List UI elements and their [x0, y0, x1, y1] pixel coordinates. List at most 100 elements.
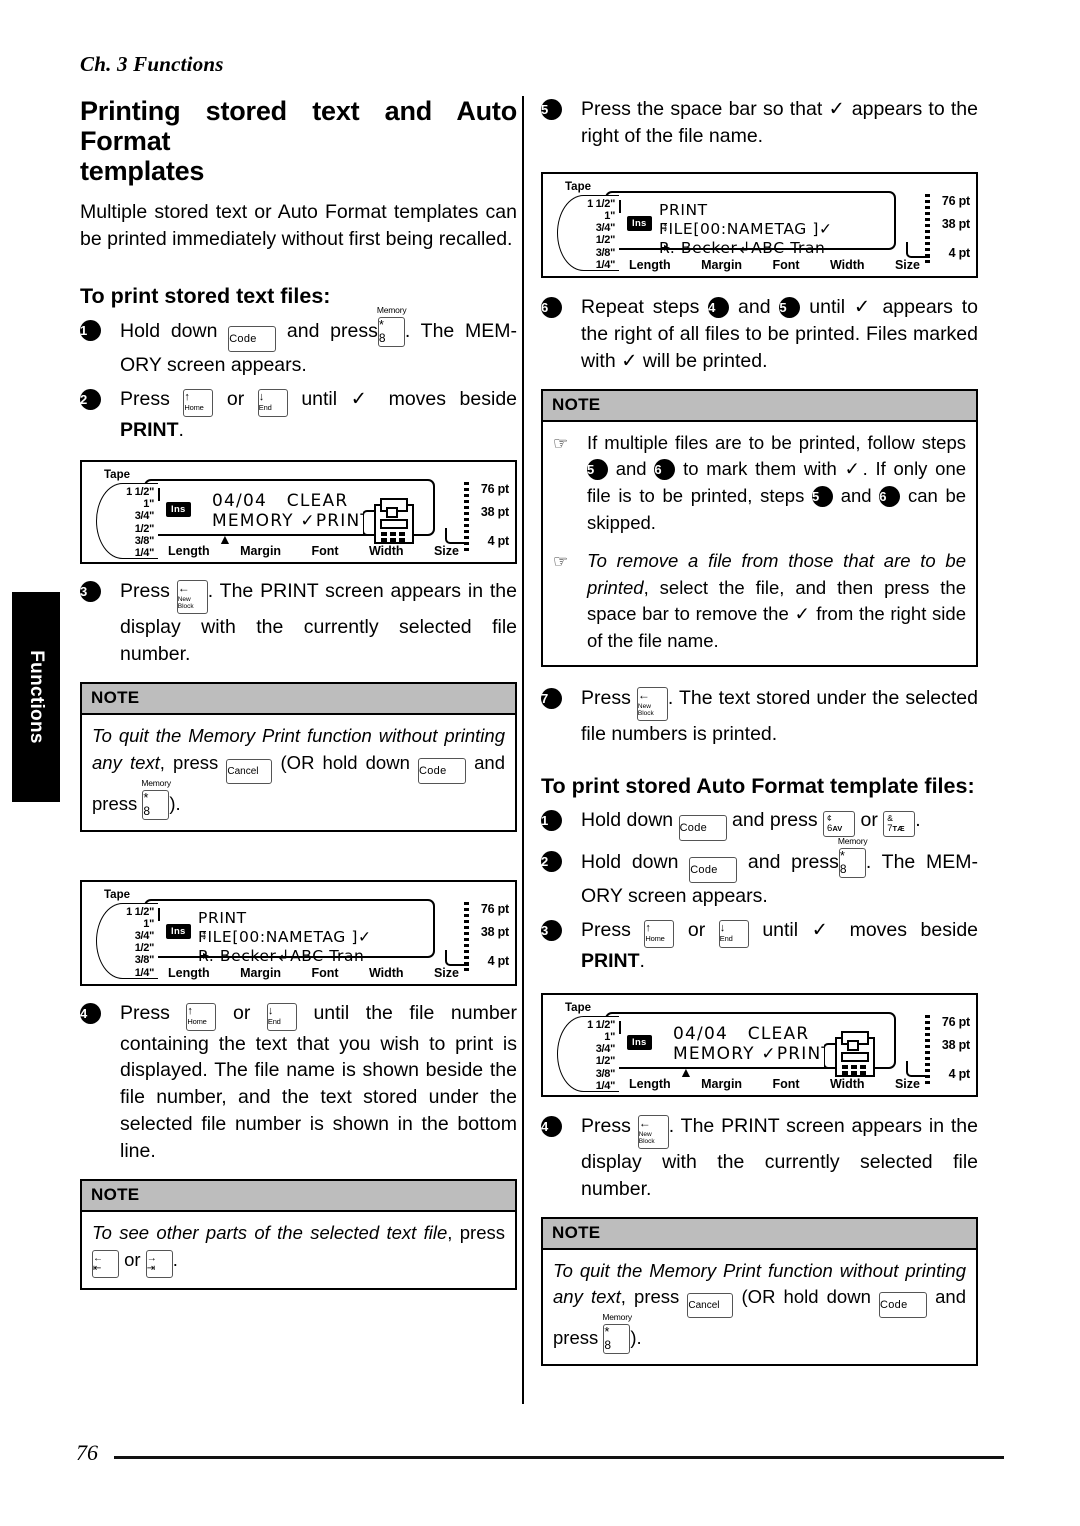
step-reference: 5: [812, 486, 834, 508]
memory-key[interactable]: Memory * 8: [141, 779, 171, 820]
pt-label: 76 pt: [941, 1014, 970, 1029]
home-key[interactable]: ↑ Home: [644, 919, 675, 948]
home-key[interactable]: ↑ Home: [183, 388, 214, 417]
tape-tick: 3/4": [134, 929, 155, 942]
lcd-label-width: Width: [368, 965, 404, 980]
step-text: Hold down: [120, 320, 218, 343]
note-text: , press: [620, 1286, 680, 1308]
pt-label: 4 pt: [948, 245, 971, 260]
note-text: .: [172, 1248, 178, 1270]
new-block-key[interactable]: ← New Block: [176, 579, 208, 614]
lcd-text: PRINT FILE[00:NAMETAG ]✓ R. Becker↲ABC Tra…: [659, 200, 833, 257]
note-header: NOTE: [82, 1181, 515, 1213]
manual-page: Ch. 3 Functions Functions Printing store…: [0, 0, 1080, 1526]
ins-indicator: Ins: [627, 215, 652, 231]
size-pointer-line: [445, 527, 469, 544]
tape-tick: 3/8": [595, 246, 616, 259]
lcd-label-size: Size: [433, 965, 459, 980]
tape-tick: 3/8": [595, 1067, 616, 1080]
tape-label: Tape: [104, 888, 130, 901]
size-pointer-line: [906, 241, 930, 258]
lcd-figure-memory: Tape 1 1/2" 1" 3/4" 1/2" 3/8" 1/4" Ins 0…: [541, 992, 978, 1097]
end-key[interactable]: ↓ End: [718, 919, 749, 948]
home-key[interactable]: ↑ Home: [186, 1002, 217, 1031]
tape-tick: 1/4": [134, 966, 155, 979]
lcd-screen: Ins ↕ ▸ PRINT FILE[00:NAMETAG ]✓ R. Becker…: [144, 898, 435, 965]
step-text: Press: [581, 687, 631, 710]
note-text: , select the file, and then press the sp…: [587, 576, 966, 652]
memory-key[interactable]: Memory * 8: [838, 837, 868, 878]
note-header: NOTE: [543, 1218, 976, 1250]
cursor-left-key[interactable]: ← ⇤: [92, 1249, 119, 1278]
code-key[interactable]: Code: [678, 814, 727, 841]
new-block-key[interactable]: ← New Block: [636, 687, 668, 722]
step-item: 6 Repeat steps 4 and 5 until ✓ appears t…: [541, 294, 978, 375]
print-emphasis: PRINT: [120, 418, 179, 441]
new-block-key[interactable]: ← New Block: [637, 1114, 669, 1149]
subheading-auto-format: To print stored Auto Format template fil…: [541, 773, 975, 798]
note-text: , press: [159, 751, 219, 773]
tape-tick: 1/4": [595, 258, 616, 271]
code-key[interactable]: Code: [418, 757, 466, 784]
step-text: or: [687, 918, 706, 941]
memory-key[interactable]: Memory * 8: [602, 1313, 632, 1355]
step-text: Press the space bar so that ✓ appears to…: [581, 98, 978, 147]
column-divider: [522, 96, 524, 1404]
step-item: 3 Press ↑ Home or ↓ End until ✓ moves besi…: [541, 917, 978, 975]
step-text: Hold down: [581, 808, 674, 831]
code-key[interactable]: Code: [689, 856, 738, 883]
key-7-tz[interactable]: & 7TÆ: [883, 810, 916, 837]
lcd-text: PRINT FILE[00:NAMETAG ]✓ R. Becker↲ABC Tra…: [198, 908, 372, 965]
note-text: (OR hold down: [280, 751, 410, 773]
memory-key-label: Memory: [376, 305, 407, 316]
note-text: ).: [169, 792, 181, 814]
step-item: 1 Hold down Code and press Memory * 8. The …: [80, 306, 517, 379]
lcd-label-length: Length: [629, 257, 671, 272]
code-key[interactable]: Code: [879, 1292, 927, 1319]
tape-tick: 1/2": [595, 234, 616, 247]
print-emphasis: PRINT: [581, 949, 640, 972]
note-body: To quit the Memory Print function withou…: [543, 1250, 976, 1365]
step-text: and press: [731, 808, 818, 831]
note-header: NOTE: [82, 683, 515, 715]
tape-tick: 1 1/2": [126, 485, 154, 498]
key-6-av[interactable]: ¢ 6AV: [823, 810, 856, 837]
lcd-screen: Ins 04/04 CLEAR MEMORY ✓PRINT ▲: [144, 478, 435, 546]
step-number: 4: [541, 1115, 562, 1137]
tape-tick: 3/4": [595, 1043, 616, 1056]
tape-scale: 1 1/2" 1" 3/4" 1/2" 3/8" 1/4": [96, 902, 158, 979]
note-header: NOTE: [543, 390, 976, 422]
subheading-text-files: To print stored text files:: [80, 284, 331, 309]
step-text: Press: [120, 579, 170, 602]
label-printer-icon: [824, 1030, 875, 1077]
memory-key[interactable]: Memory * 8: [377, 306, 407, 348]
tape-label: Tape: [565, 1001, 591, 1014]
note-text: ).: [630, 1327, 642, 1349]
cursor-right-key[interactable]: → ⇥: [145, 1249, 173, 1278]
ins-indicator: Ins: [627, 1034, 652, 1050]
step-text: Hold down: [581, 850, 679, 873]
lcd-label-font: Font: [772, 1076, 800, 1091]
step-number: 2: [541, 850, 562, 872]
page-title: Printing stored text and Auto Format tem…: [80, 96, 517, 187]
note-box: NOTE To quit the Memory Print function w…: [80, 681, 517, 832]
cancel-key[interactable]: Cancel: [226, 758, 273, 784]
pt-label: 4 pt: [487, 953, 510, 968]
end-key[interactable]: ↓ End: [257, 388, 288, 417]
tape-tick: 1": [604, 1030, 615, 1043]
step-text: until the file number containing the tex…: [120, 1001, 518, 1163]
lcd-figure-print: Tape 1 1/2" 1" 3/4" 1/2" 3/8" 1/4" Ins ↕…: [541, 171, 978, 278]
note-text: , press: [447, 1222, 505, 1244]
cancel-key[interactable]: Cancel: [687, 1293, 734, 1319]
note-body: To see other parts of the selected text …: [82, 1212, 515, 1288]
note-text: (OR hold down: [741, 1286, 871, 1308]
lcd-label-width: Width: [829, 257, 865, 272]
note-box: NOTE ☞ If multiple files are to be print…: [541, 388, 978, 668]
pt-label: 38 pt: [480, 924, 509, 939]
tape-tick: 1 1/2": [587, 197, 615, 210]
end-key[interactable]: ↓ End: [266, 1002, 297, 1031]
ins-indicator: Ins: [166, 501, 191, 517]
code-key[interactable]: Code: [228, 326, 277, 353]
step-text: until ✓ moves beside: [762, 918, 979, 941]
page-title-line1: Printing stored text and Auto Format: [80, 96, 517, 157]
